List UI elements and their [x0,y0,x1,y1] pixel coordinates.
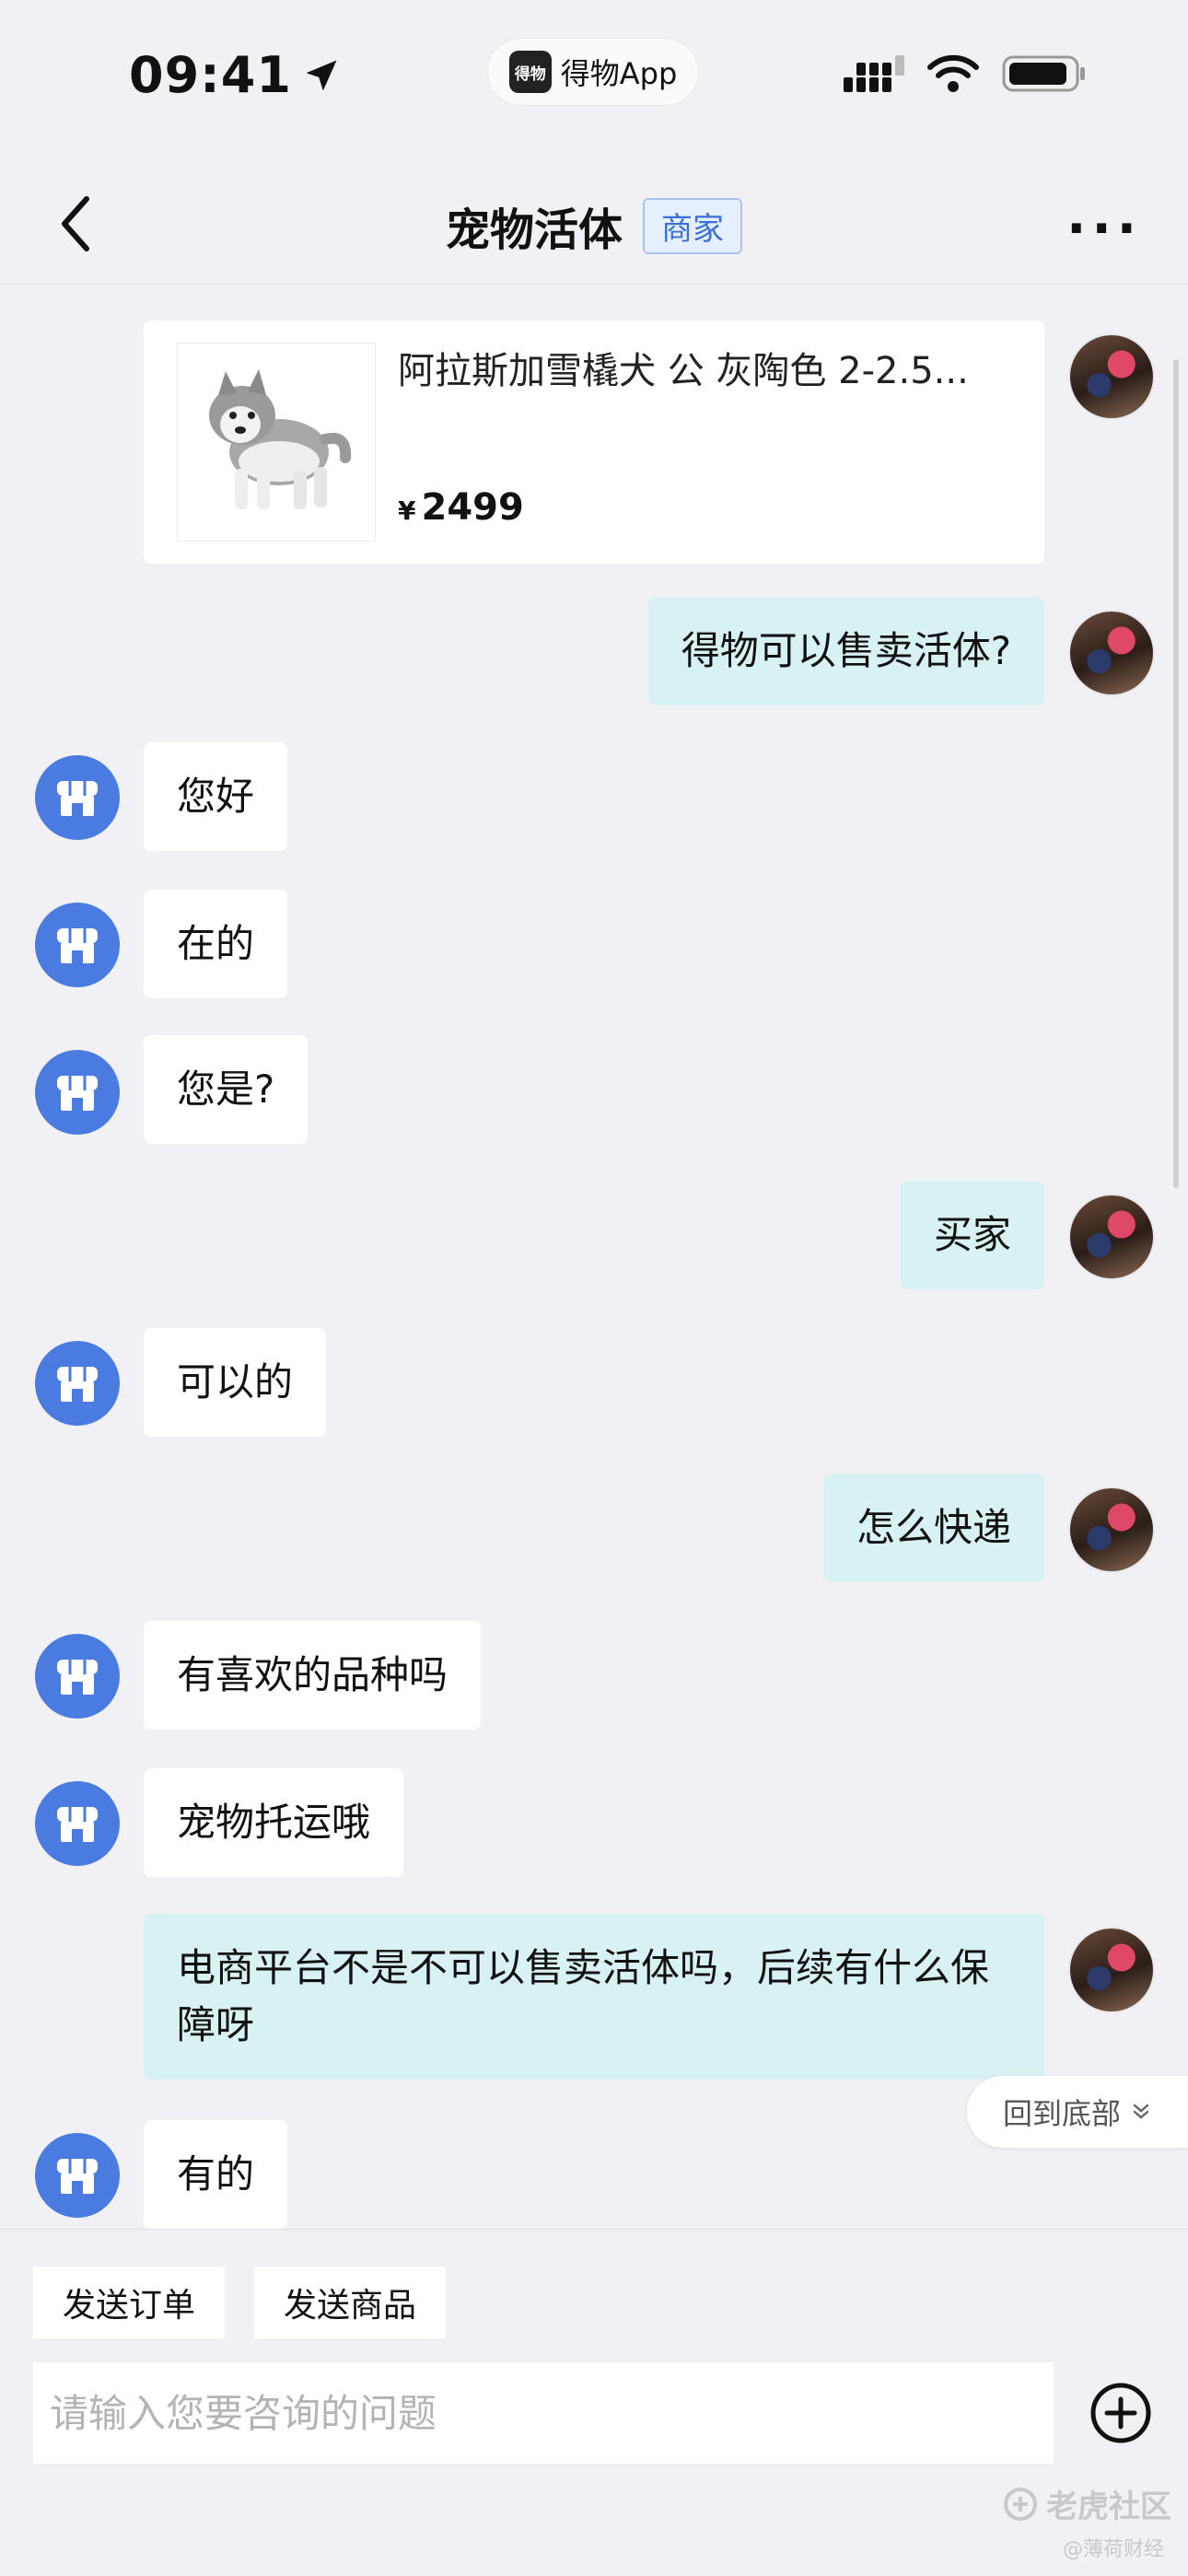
product-image [177,343,376,542]
shop-avatar[interactable] [35,755,120,840]
double-chevron-down-icon [1133,2104,1149,2119]
shop-avatar[interactable] [35,2133,120,2218]
more-options-icon[interactable]: ··· [1066,199,1142,259]
tiger-logo-icon [1004,2487,1037,2521]
store-icon [57,781,98,816]
message-bubble-self[interactable]: 买家 [900,1181,1044,1289]
shop-avatar[interactable] [35,1634,120,1719]
status-time-text: 09:41 [129,46,292,104]
app-switcher-pill[interactable]: 得物 得物App [488,39,698,105]
store-icon [57,1076,98,1111]
signal-icon [844,55,904,92]
message-bubble-other[interactable]: 在的 [144,890,288,998]
wifi-icon [927,54,979,92]
watermark-main: 老虎社区 [1046,2489,1171,2525]
currency-symbol: ¥ [398,495,416,526]
store-icon [57,1660,98,1695]
message-bubble-self[interactable]: 怎么快递 [822,1474,1044,1582]
message-bubble-other[interactable]: 您是? [144,1035,309,1144]
price-value: 2499 [421,486,524,529]
product-title: 阿拉斯加雪橇犬 公 灰陶色 2-2.5... [398,350,969,392]
store-icon [57,928,98,963]
user-avatar[interactable] [1068,1927,1155,2013]
store-icon [57,2159,98,2194]
send-order-button[interactable]: 发送订单 [33,2267,226,2338]
back-to-bottom-label: 回到底部 [1002,2096,1121,2131]
scrollbar[interactable] [1173,359,1179,1188]
send-product-button[interactable]: 发送商品 [254,2267,447,2338]
page-title: 宠物活体 商家 [0,193,1188,258]
shop-avatar[interactable] [35,1341,120,1426]
shop-avatar[interactable] [35,1781,120,1866]
nav-bar: 宠物活体 商家 ··· [0,166,1188,286]
back-to-bottom-button[interactable]: 回到底部 [967,2076,1188,2148]
store-icon [57,1807,98,1842]
shop-avatar[interactable] [35,1050,120,1135]
store-icon [57,1367,98,1402]
message-bubble-self[interactable]: 得物可以售卖活体? [647,597,1044,705]
message-bubble-other[interactable]: 您好 [144,742,288,851]
product-card[interactable]: 阿拉斯加雪橇犬 公 灰陶色 2-2.5... ¥2499 [144,321,1044,564]
watermark: 老虎社区 [1002,2481,1171,2526]
page-title-text: 宠物活体 [445,204,623,256]
message-bubble-other[interactable]: 宠物托运哦 [144,1768,404,1877]
user-avatar[interactable] [1068,333,1155,420]
message-input[interactable] [33,2362,1054,2464]
add-circle-icon[interactable] [1089,2381,1153,2445]
merchant-badge: 商家 [643,197,742,254]
battery-icon [1002,55,1085,92]
nav-divider [0,284,1188,285]
shop-avatar[interactable] [35,903,120,987]
user-avatar[interactable] [1068,1194,1155,1280]
message-bubble-other[interactable]: 可以的 [144,1328,327,1437]
status-time: 09:41 [129,46,342,104]
status-indicators [844,53,1087,94]
product-price: ¥2499 [398,486,524,529]
watermark-sub: @薄荷财经 [1062,2538,1164,2561]
message-bubble-self[interactable]: 电商平台不是不可以售卖活体吗，后续有什么保障呀 [144,1914,1044,2080]
app-logo-icon: 得物 [508,51,552,93]
app-pill-label: 得物App [560,56,678,91]
message-bubble-other[interactable]: 有的 [144,2120,288,2229]
user-avatar[interactable] [1068,1486,1155,1573]
location-arrow-icon [306,60,337,90]
husky-puppy-icon [209,369,352,509]
user-avatar[interactable] [1068,610,1155,696]
message-bubble-other[interactable]: 有喜欢的品种吗 [144,1621,482,1730]
